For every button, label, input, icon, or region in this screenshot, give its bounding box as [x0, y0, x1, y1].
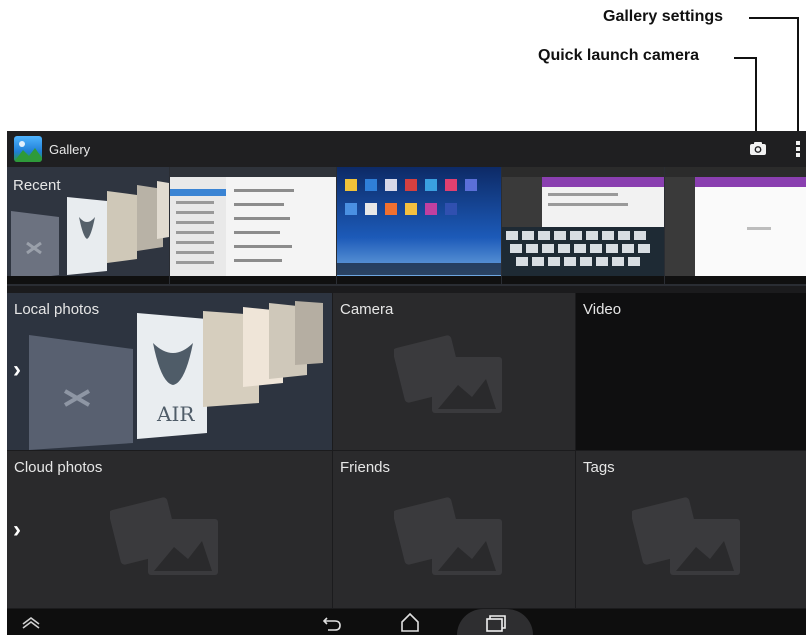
svg-text:AIR: AIR: [156, 402, 195, 426]
navbar-up-button[interactable]: [19, 609, 43, 635]
album-tags[interactable]: Tags: [576, 451, 806, 608]
image-placeholder-icon: [394, 335, 502, 413]
app-title: Gallery: [49, 142, 91, 157]
album-label: Camera: [340, 301, 394, 318]
album-camera[interactable]: Camera: [333, 293, 575, 450]
album-label: Cloud photos: [14, 459, 103, 476]
action-bar: Gallery: [7, 131, 806, 167]
overflow-menu-icon: [796, 141, 800, 157]
chevron-right-icon: ›: [13, 356, 21, 383]
thumbnail-navbar: [665, 276, 806, 284]
thumbnail-navbar: [170, 276, 336, 284]
recent-thumbnail[interactable]: [170, 167, 336, 284]
gallery-screen: Gallery Recent AIR Local photos › Camera…: [7, 131, 806, 635]
album-label: Tags: [583, 459, 615, 476]
recent-label: Recent: [13, 177, 61, 194]
album-video[interactable]: Video: [576, 293, 806, 450]
quick-launch-camera-callout-label: Quick launch camera: [538, 47, 699, 64]
quick-launch-camera-callout-line: [734, 57, 757, 59]
gallery-settings-callout-leader: [797, 17, 799, 133]
album-local-photos[interactable]: AIR Local photos ›: [7, 293, 332, 450]
gallery-settings-button[interactable]: [791, 138, 805, 160]
thumbnail-navbar: [337, 276, 501, 284]
recent-thumbnail[interactable]: [665, 167, 806, 284]
gallery-settings-callout-label: Gallery settings: [603, 8, 724, 25]
album-label: Friends: [340, 459, 391, 476]
chevron-right-icon: ›: [13, 516, 21, 543]
recent-strip: Recent: [7, 167, 806, 286]
thumbnail-navbar: [7, 276, 169, 284]
home-icon: [401, 612, 419, 632]
gallery-settings-callout-line: [749, 17, 799, 19]
recent-thumbnail[interactable]: [337, 167, 501, 284]
image-placeholder-icon: [394, 497, 502, 575]
album-label: Video: [583, 301, 622, 318]
image-placeholder-icon: [632, 497, 740, 575]
quick-launch-camera-button[interactable]: [747, 139, 769, 159]
camera-icon: [750, 142, 766, 155]
home-button[interactable]: [398, 609, 422, 635]
system-navigation-bar: [7, 609, 806, 635]
thumbnail-navbar: [502, 276, 664, 284]
quick-launch-camera-callout-leader: [755, 57, 757, 131]
navbar-up-icon: [22, 617, 40, 629]
image-placeholder-icon: [110, 497, 218, 575]
gallery-app-icon[interactable]: [14, 136, 42, 162]
album-friends[interactable]: Friends: [333, 451, 575, 608]
back-icon: [322, 617, 341, 631]
back-button[interactable]: [320, 609, 344, 635]
recent-thumbnail[interactable]: [502, 167, 664, 284]
recent-apps-icon: [486, 615, 506, 632]
album-label: Local photos: [14, 301, 100, 318]
album-cloud-photos[interactable]: Cloud photos ›: [7, 451, 332, 608]
recent-apps-button[interactable]: [457, 609, 533, 635]
